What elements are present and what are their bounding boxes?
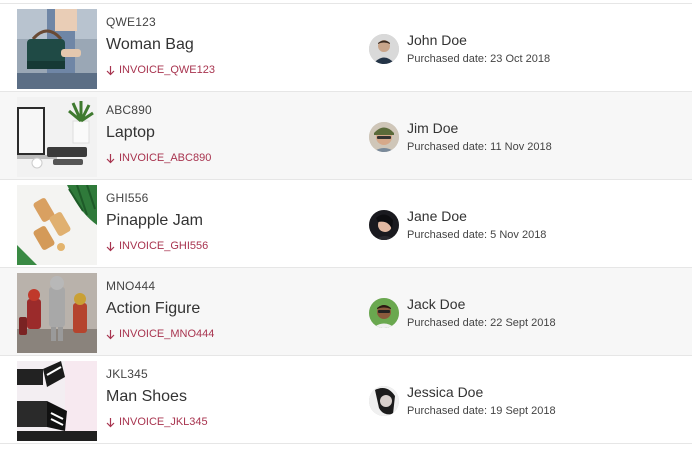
order-row: MNO444 Action Figure INVOICE_MNO444 Jack	[0, 267, 692, 355]
buyer-name: Jack Doe	[407, 296, 466, 312]
invoice-download-link[interactable]: INVOICE_QWE123	[106, 64, 215, 76]
invoice-download-link[interactable]: INVOICE_MNO444	[106, 328, 214, 340]
product-name: Laptop	[106, 124, 155, 141]
arrow-down-icon	[106, 329, 115, 339]
product-image-man-shoes	[17, 361, 97, 441]
order-row: JKL345 Man Shoes INVOICE_JKL345 Jessica …	[0, 355, 692, 444]
arrow-down-icon	[106, 153, 115, 163]
purchased-date: Purchased date: 5 Nov 2018	[407, 229, 547, 241]
product-image-action-figure	[17, 273, 97, 353]
invoice-label: INVOICE_ABC890	[119, 152, 212, 164]
avatar	[369, 122, 399, 152]
invoice-label: INVOICE_JKL345	[119, 416, 208, 428]
invoice-download-link[interactable]: INVOICE_ABC890	[106, 152, 211, 164]
product-image-woman-bag	[17, 9, 97, 89]
avatar	[369, 34, 399, 64]
invoice-download-link[interactable]: INVOICE_JKL345	[106, 416, 208, 428]
purchased-date: Purchased date: 23 Oct 2018	[407, 53, 551, 65]
invoice-label: INVOICE_MNO444	[119, 328, 215, 340]
buyer-name: Jim Doe	[407, 120, 459, 136]
order-row: GHI556 Pinapple Jam INVOICE_GHI556 Jane …	[0, 179, 692, 267]
purchased-date: Purchased date: 11 Nov 2018	[407, 141, 552, 153]
product-sku: JKL345	[106, 367, 148, 381]
arrow-down-icon	[106, 241, 115, 251]
product-name: Woman Bag	[106, 36, 194, 53]
product-sku: ABC890	[106, 103, 152, 117]
order-row: QWE123 Woman Bag INVOICE_QWE123 John Doe…	[0, 3, 692, 91]
product-image-pinapple-jam	[17, 185, 97, 265]
avatar	[369, 386, 399, 416]
orders-list: QWE123 Woman Bag INVOICE_QWE123 John Doe…	[0, 3, 692, 444]
avatar	[369, 210, 399, 240]
arrow-down-icon	[106, 65, 115, 75]
purchased-date: Purchased date: 22 Sept 2018	[407, 317, 556, 329]
invoice-label: INVOICE_QWE123	[119, 64, 215, 76]
avatar	[369, 298, 399, 328]
product-name: Action Figure	[106, 300, 201, 317]
buyer-name: John Doe	[407, 32, 467, 48]
purchased-date: Purchased date: 19 Sept 2018	[407, 405, 556, 417]
product-sku: GHI556	[106, 191, 149, 205]
product-sku: MNO444	[106, 279, 156, 293]
arrow-down-icon	[106, 417, 115, 427]
buyer-name: Jessica Doe	[407, 384, 484, 400]
product-sku: QWE123	[106, 15, 156, 29]
product-name: Pinapple Jam	[106, 212, 203, 229]
invoice-label: INVOICE_GHI556	[119, 240, 209, 252]
product-image-laptop	[17, 97, 97, 177]
product-name: Man Shoes	[106, 388, 187, 405]
invoice-download-link[interactable]: INVOICE_GHI556	[106, 240, 208, 252]
order-row: ABC890 Laptop INVOICE_ABC890 Jim Doe Pur…	[0, 91, 692, 179]
buyer-name: Jane Doe	[407, 208, 467, 224]
